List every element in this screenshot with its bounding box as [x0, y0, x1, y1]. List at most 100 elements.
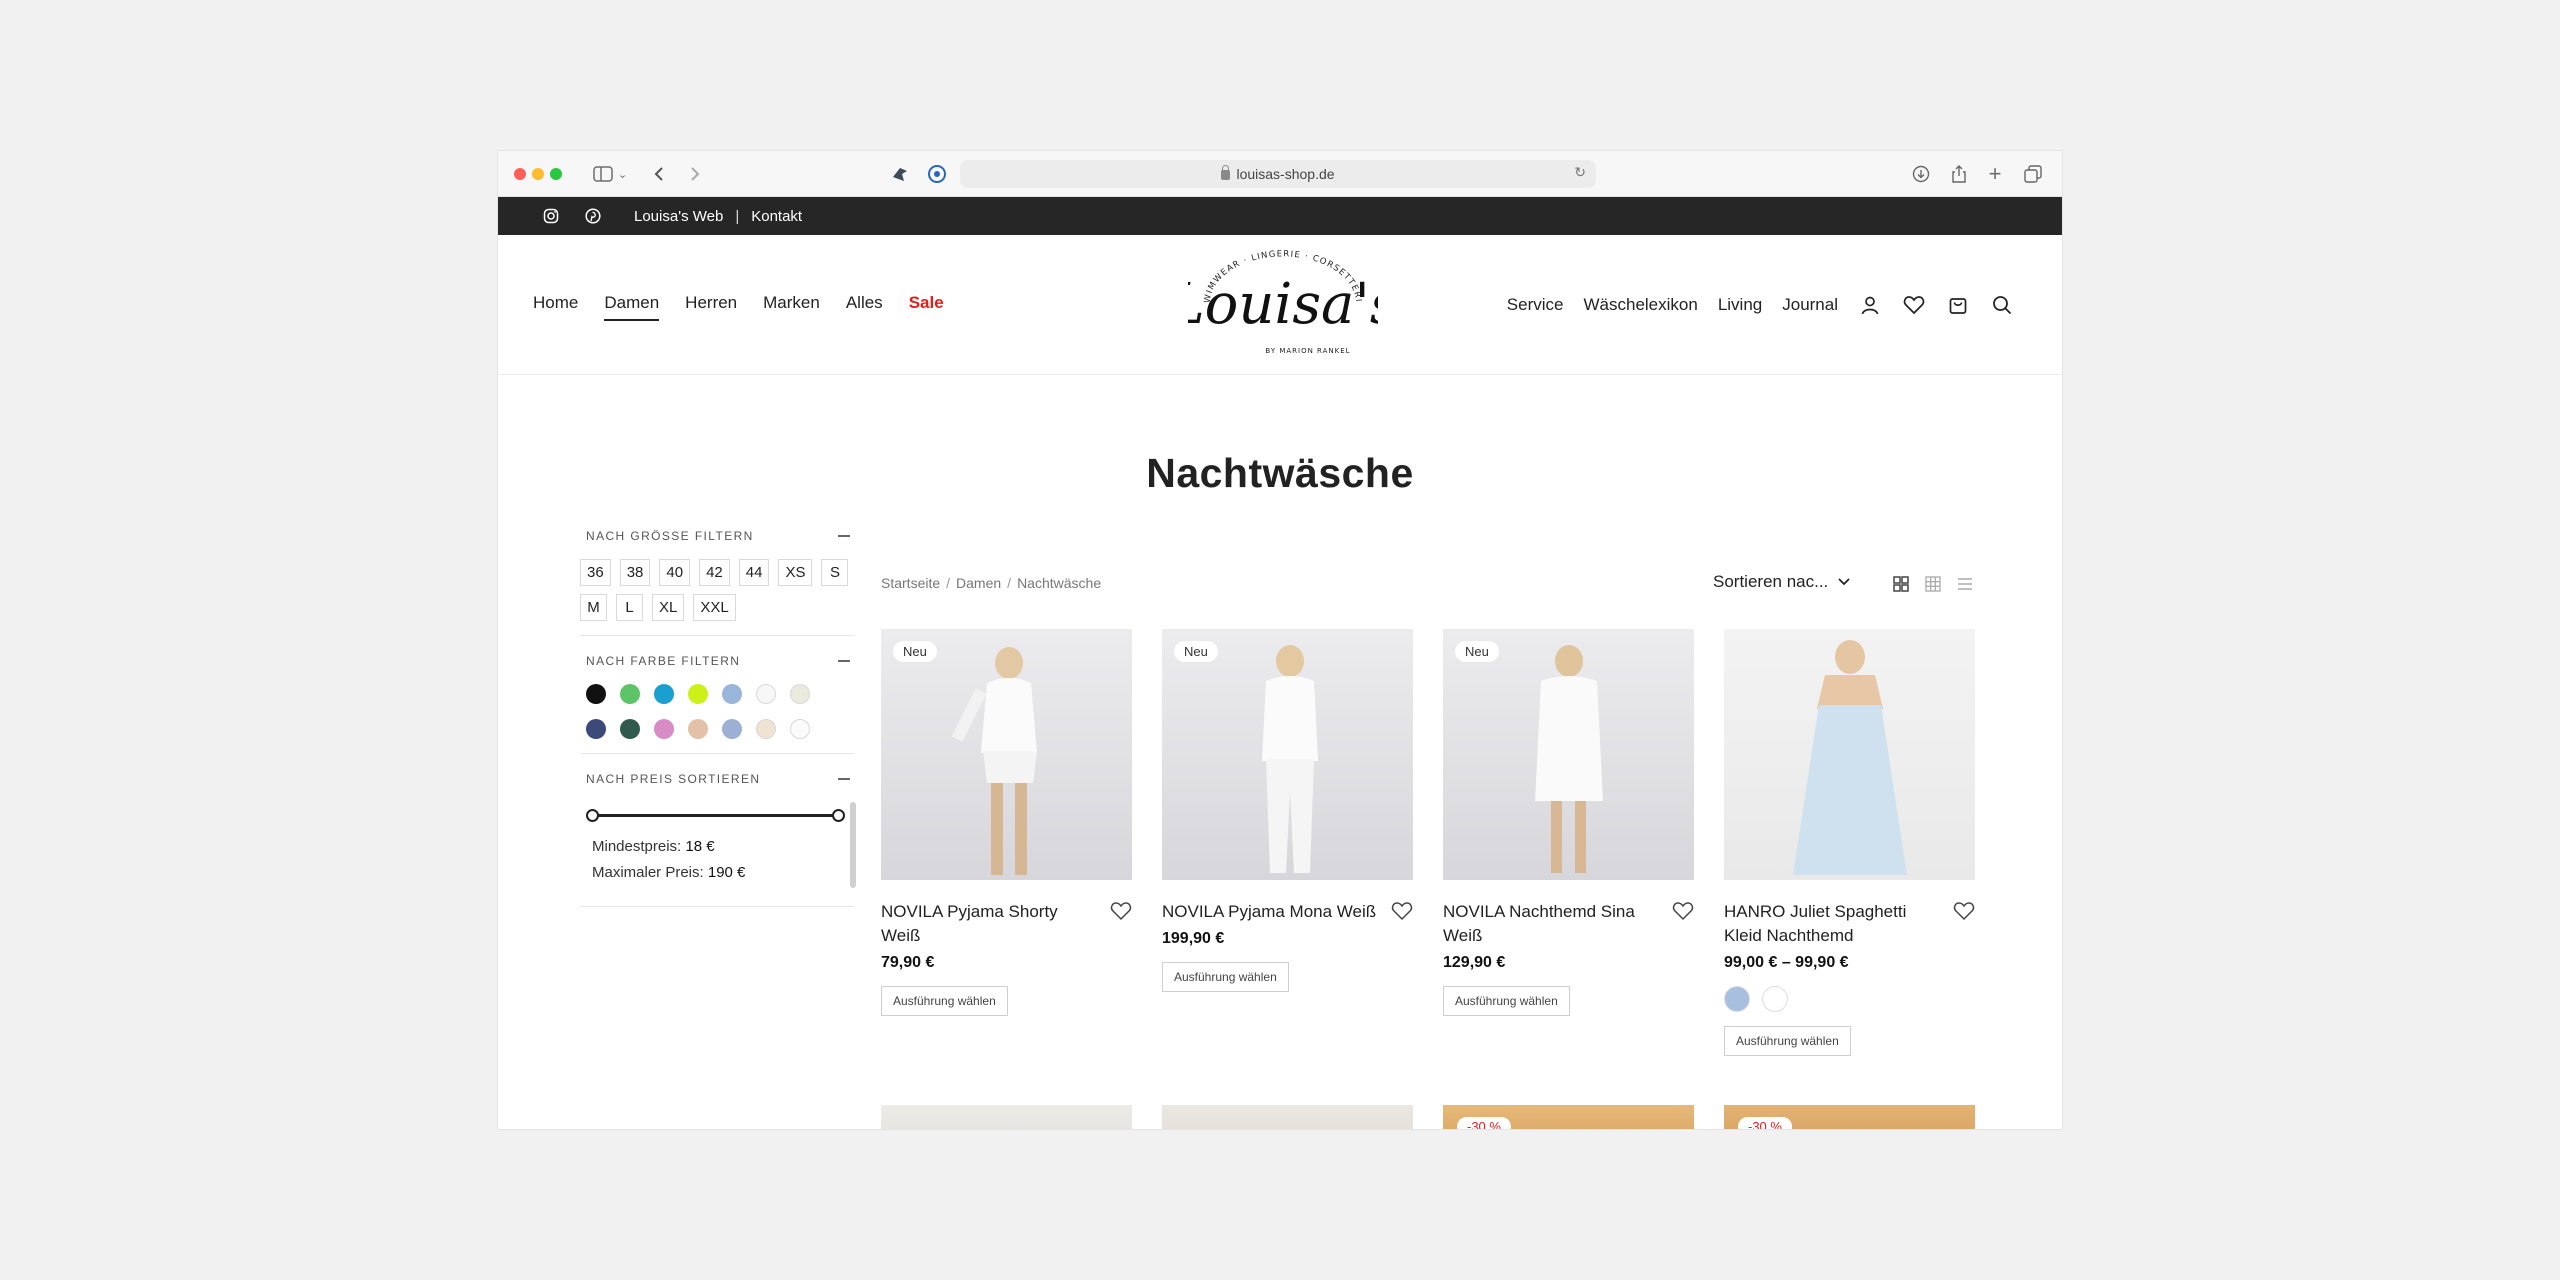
- product-name: NOVILA Pyjama Shorty Weiß: [881, 900, 1132, 948]
- collapse-icon[interactable]: [838, 778, 850, 780]
- reload-icon[interactable]: ↻: [1574, 164, 1586, 181]
- address-bar[interactable]: louisas-shop.de ↻: [960, 160, 1596, 188]
- nav-sale[interactable]: Sale: [909, 293, 944, 321]
- size-option[interactable]: 36: [580, 559, 611, 586]
- grid-2-icon[interactable]: [1892, 575, 1910, 593]
- nav-service[interactable]: Service: [1507, 295, 1564, 315]
- wishlist-icon[interactable]: [1902, 293, 1926, 317]
- size-option[interactable]: XL: [652, 594, 685, 621]
- sidebar-toggle-icon[interactable]: [592, 162, 614, 186]
- color-swatch[interactable]: [688, 684, 708, 704]
- size-option[interactable]: 40: [659, 559, 691, 586]
- product-title[interactable]: NOVILA Nachthemd Sina Weiß: [1443, 902, 1635, 945]
- sort-select[interactable]: Sortieren nac...: [1713, 572, 1850, 592]
- cart-icon[interactable]: [1946, 293, 1970, 317]
- close-window-button[interactable]: [514, 168, 526, 180]
- product-card[interactable]: Neu NOVILA Pyjama Mona Weiß 199,90 € Aus…: [1162, 629, 1413, 992]
- product-title[interactable]: HANRO Juliet Spaghetti Kleid Nachthemd: [1724, 902, 1906, 945]
- choose-variant-button[interactable]: Ausführung wählen: [1443, 986, 1570, 1016]
- choose-variant-button[interactable]: Ausführung wählen: [1162, 962, 1289, 992]
- color-swatch[interactable]: [722, 684, 742, 704]
- choose-variant-button[interactable]: Ausführung wählen: [881, 986, 1008, 1016]
- privacy-icon[interactable]: [926, 162, 948, 186]
- variant-swatch[interactable]: [1724, 986, 1750, 1012]
- link-kontakt[interactable]: Kontakt: [751, 208, 802, 225]
- wishlist-icon[interactable]: [1391, 900, 1413, 922]
- download-icon[interactable]: [1910, 162, 1932, 186]
- product-card-peek[interactable]: [881, 1105, 1132, 1129]
- product-title[interactable]: NOVILA Pyjama Shorty Weiß: [881, 902, 1058, 945]
- nav-herren[interactable]: Herren: [685, 293, 737, 321]
- color-swatch[interactable]: [586, 684, 606, 704]
- tab-overview-icon[interactable]: [2022, 162, 2044, 186]
- pinterest-icon[interactable]: [584, 207, 602, 225]
- zoom-window-button[interactable]: [550, 168, 562, 180]
- breadcrumb-damen[interactable]: Damen: [956, 575, 1001, 591]
- size-option[interactable]: M: [580, 594, 607, 621]
- minimize-window-button[interactable]: [532, 168, 544, 180]
- product-card[interactable]: HANRO Juliet Spaghetti Kleid Nachthemd 9…: [1724, 629, 1975, 1056]
- product-card-peek[interactable]: -30 %: [1724, 1105, 1975, 1129]
- color-swatch[interactable]: [790, 719, 810, 739]
- nav-journal[interactable]: Journal: [1782, 295, 1838, 315]
- nav-living[interactable]: Living: [1718, 295, 1762, 315]
- link-louisas-web[interactable]: Louisa's Web: [634, 208, 723, 225]
- back-icon[interactable]: [650, 162, 668, 186]
- nav-marken[interactable]: Marken: [763, 293, 820, 321]
- size-option[interactable]: XS: [778, 559, 813, 586]
- size-option[interactable]: 38: [619, 559, 651, 586]
- product-card[interactable]: Neu NOVILA Pyjama Shorty Weiß 79,90 € Au…: [881, 629, 1132, 1016]
- site-logo[interactable]: SWIMWEAR · LINGERIE · CORSETTERIA Louisa…: [1166, 238, 1398, 365]
- color-swatch[interactable]: [688, 719, 708, 739]
- nav-waeschelexikon[interactable]: Wäschelexikon: [1583, 295, 1697, 315]
- product-card-peek[interactable]: [1162, 1105, 1413, 1129]
- nav-alles[interactable]: Alles: [846, 293, 883, 321]
- top-bar: Louisa's Web | Kontakt: [498, 197, 2062, 235]
- nav-home[interactable]: Home: [533, 293, 578, 321]
- color-swatch[interactable]: [654, 684, 674, 704]
- product-title[interactable]: NOVILA Pyjama Mona Weiß: [1162, 902, 1376, 921]
- collapse-icon[interactable]: [838, 660, 850, 662]
- instagram-icon[interactable]: [542, 207, 560, 225]
- nav-damen[interactable]: Damen: [604, 293, 660, 321]
- product-card-peek[interactable]: -30 %: [1443, 1105, 1694, 1129]
- account-icon[interactable]: [1858, 293, 1882, 317]
- collapse-icon[interactable]: [838, 535, 850, 537]
- color-swatch[interactable]: [654, 719, 674, 739]
- sidebar-scrollbar[interactable]: [850, 802, 856, 888]
- product-card[interactable]: Neu NOVILA Nachthemd Sina Weiß 129,90 € …: [1443, 629, 1694, 1016]
- color-swatch[interactable]: [756, 719, 776, 739]
- size-option[interactable]: L: [616, 594, 643, 621]
- chevron-down-icon[interactable]: ⌄: [618, 162, 627, 186]
- wishlist-icon[interactable]: [1672, 900, 1694, 922]
- choose-variant-button[interactable]: Ausführung wählen: [1724, 1026, 1851, 1056]
- color-swatch[interactable]: [790, 684, 810, 704]
- size-option[interactable]: S: [821, 559, 849, 586]
- color-swatch[interactable]: [586, 719, 606, 739]
- size-option[interactable]: XXL: [693, 594, 736, 621]
- color-swatch[interactable]: [756, 684, 776, 704]
- color-swatch[interactable]: [620, 719, 640, 739]
- price-max-handle[interactable]: [832, 809, 845, 822]
- size-option[interactable]: 42: [699, 559, 730, 586]
- variant-swatch[interactable]: [1762, 986, 1788, 1012]
- new-tab-icon[interactable]: +: [1984, 161, 2006, 186]
- svg-text:BY MARION RANKEL: BY MARION RANKEL: [1265, 347, 1350, 355]
- price-min-handle[interactable]: [586, 809, 599, 822]
- breadcrumb-startseite[interactable]: Startseite: [881, 575, 940, 591]
- product-image[interactable]: Neu: [1162, 629, 1413, 880]
- extension-icon[interactable]: [890, 162, 910, 186]
- color-swatch[interactable]: [722, 719, 742, 739]
- product-image[interactable]: Neu: [1443, 629, 1694, 880]
- wishlist-icon[interactable]: [1110, 900, 1132, 922]
- forward-icon[interactable]: [686, 162, 704, 186]
- wishlist-icon[interactable]: [1953, 900, 1975, 922]
- color-swatch[interactable]: [620, 684, 640, 704]
- grid-3-icon[interactable]: [1924, 575, 1942, 593]
- list-view-icon[interactable]: [1956, 575, 1974, 593]
- product-image[interactable]: [1724, 629, 1975, 880]
- search-icon[interactable]: [1990, 293, 2014, 317]
- product-image[interactable]: Neu: [881, 629, 1132, 880]
- size-option[interactable]: 44: [738, 559, 770, 586]
- share-icon[interactable]: [1948, 162, 1970, 186]
